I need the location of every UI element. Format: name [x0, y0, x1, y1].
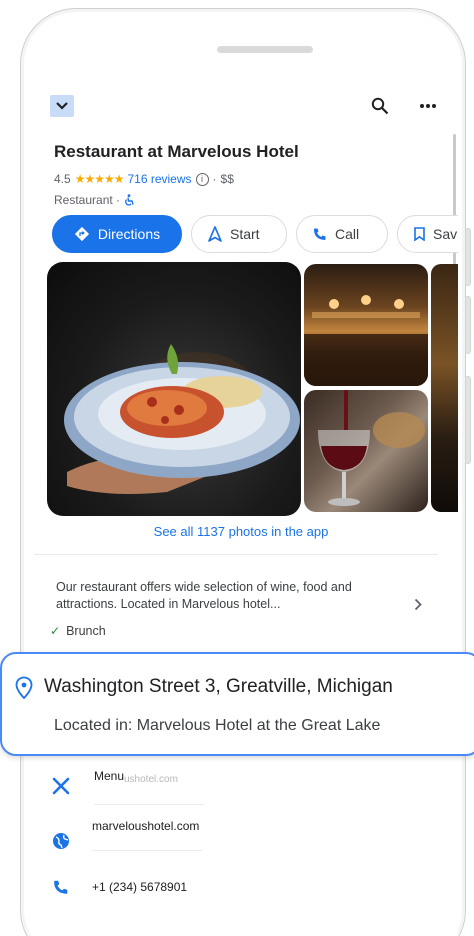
navigation-icon	[208, 226, 222, 242]
location-pin-icon	[15, 676, 33, 700]
phone-side-button	[465, 376, 471, 464]
save-label: Sav	[433, 226, 458, 242]
about-chevron[interactable]	[414, 598, 422, 616]
bookmark-icon	[414, 227, 425, 241]
bar-illustration	[304, 295, 428, 386]
directions-label: Directions	[97, 226, 161, 242]
phone-icon-wrap	[50, 876, 72, 898]
price-separator: ·	[212, 172, 217, 186]
address-line: Washington Street 3, Greatville, Michiga…	[44, 676, 393, 697]
photo-extra[interactable]	[431, 264, 458, 512]
directions-icon	[74, 226, 89, 242]
feature-tag-label: Brunch	[66, 624, 106, 638]
directions-button[interactable]: Directions	[52, 215, 182, 253]
pasta-plate-illustration	[64, 344, 300, 494]
website-label: marveloushotel.com	[92, 819, 200, 833]
price-level: $$	[220, 172, 234, 186]
place-panel: Restaurant at Marvelous Hotel 4.5 ★★★★★ …	[34, 82, 458, 936]
search-button[interactable]	[368, 94, 392, 118]
photo-pasta-dish[interactable]	[47, 262, 301, 516]
globe-icon	[53, 833, 69, 849]
category-label: Restaurant ·	[54, 193, 121, 207]
wine-glass-illustration	[318, 390, 425, 506]
divider	[92, 850, 202, 851]
more-options-button[interactable]	[416, 94, 440, 118]
chevron-right-icon	[414, 598, 422, 611]
info-icon[interactable]: i	[195, 172, 209, 186]
phone-icon	[314, 228, 326, 240]
address-card[interactable]: Washington Street 3, Greatville, Michiga…	[0, 652, 474, 756]
start-button[interactable]: Start	[191, 215, 287, 253]
divider	[94, 804, 204, 805]
phone-row[interactable]: +1 (234) 5678901	[50, 876, 187, 898]
photo-bar-interior[interactable]	[304, 264, 428, 386]
phone-side-button	[465, 296, 471, 354]
located-in-line: Located in: Marvelous Hotel at the Great…	[54, 717, 381, 734]
phone-speaker	[217, 46, 313, 53]
rating-row: 4.5 ★★★★★ 716 reviews i · $$	[54, 172, 234, 186]
wheelchair-icon	[125, 194, 134, 206]
utensils-icon	[52, 777, 70, 795]
phone-number: +1 (234) 5678901	[92, 880, 188, 894]
rating-value: 4.5	[54, 172, 71, 186]
call-label: Call	[335, 226, 360, 242]
collapse-button[interactable]	[50, 95, 74, 117]
action-chips: Directions Start Call Sav	[52, 215, 458, 255]
more-horizontal-icon	[420, 104, 436, 108]
about-description[interactable]: Our restaurant offers wide selection of …	[56, 579, 376, 613]
phone-icon	[54, 880, 68, 894]
start-label: Start	[230, 226, 260, 242]
save-button[interactable]: Sav	[397, 215, 458, 253]
place-title: Restaurant at Marvelous Hotel	[54, 142, 299, 161]
chevron-down-icon	[56, 102, 68, 110]
search-icon	[371, 97, 389, 115]
reviews-link[interactable]: 716 reviews	[127, 172, 191, 186]
divider	[34, 554, 438, 555]
menu-ghost-text: ushotel.com	[124, 774, 178, 785]
menu-label: Menu	[94, 769, 125, 783]
category-row: Restaurant ·	[54, 193, 135, 207]
call-button[interactable]: Call	[296, 215, 388, 253]
rating-stars: ★★★★★	[74, 172, 125, 186]
menu-row[interactable]: Menu	[50, 769, 124, 797]
menu-icon-wrap	[50, 775, 72, 797]
website-row[interactable]	[50, 830, 72, 852]
feature-tag: ✓ Brunch	[50, 624, 106, 638]
website-icon-wrap	[50, 830, 72, 852]
phone-side-button	[465, 228, 471, 286]
check-icon: ✓	[50, 624, 61, 638]
photo-wine-glass[interactable]	[304, 390, 428, 512]
see-all-photos-link[interactable]: See all 1137 photos in the app	[34, 524, 448, 539]
